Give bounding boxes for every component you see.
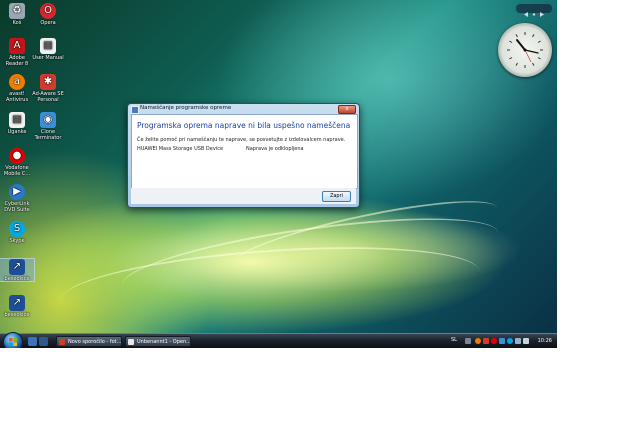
- skype-tray-icon[interactable]: [507, 338, 513, 344]
- device-name: HUAWEI Mass Storage USB Device: [137, 146, 224, 152]
- chevron-left-icon[interactable]: [465, 338, 471, 344]
- opera-icon: O: [40, 3, 56, 19]
- avast-icon: a: [9, 74, 25, 90]
- install-error-dialog: Nameščanje programske opreme x Programsk…: [127, 103, 360, 208]
- device-install-icon: [131, 106, 139, 114]
- vodafone-icon: ●: [9, 148, 25, 164]
- cyberlink-icon: ▶: [9, 184, 25, 200]
- dialog-message: Če želite pomoč pri nameščanju te naprav…: [137, 137, 346, 143]
- document-icon: [128, 339, 134, 345]
- vodafone-tray-icon[interactable]: [491, 338, 497, 344]
- document-icon: ▤: [40, 38, 56, 54]
- start-button[interactable]: [3, 332, 23, 348]
- tray-clock[interactable]: 10:26: [538, 338, 552, 344]
- window-close-button[interactable]: x: [338, 105, 356, 114]
- avast-tray-icon[interactable]: [475, 338, 481, 344]
- ad-aware-icon: ✱: [40, 74, 56, 90]
- desktop-icon-uganke[interactable]: ▤ Uganke: [0, 112, 34, 135]
- ad-aware-tray-icon[interactable]: [483, 338, 489, 344]
- adobe-reader-icon: A: [9, 38, 25, 54]
- desktop-icon-user-manual[interactable]: ▤ User Manual: [31, 38, 65, 61]
- device-status: Naprava je odklopljena: [246, 146, 304, 152]
- show-desktop-icon[interactable]: [28, 337, 37, 346]
- volume-icon[interactable]: [523, 338, 529, 344]
- usb-device-icon[interactable]: [499, 338, 505, 344]
- desktop-icon-besedisce[interactable]: ↗ besedišče: [0, 295, 34, 318]
- desktop-icon-besedisce-selected[interactable]: ↗ besedišče: [0, 258, 35, 282]
- windows-logo-icon: [9, 338, 17, 346]
- recycle-bin-icon: ♻: [9, 3, 25, 19]
- clone-terminator-icon: ◉: [40, 112, 56, 128]
- clock-face-icon: [507, 32, 543, 68]
- system-tray: SL 10:26: [448, 335, 557, 348]
- desktop-icon-clone-terminator[interactable]: ◉ Clone Terminator: [31, 112, 65, 141]
- desktop-icon-skype[interactable]: S Skype: [0, 221, 34, 244]
- desktop-icon-cyberlink[interactable]: ▶ CyberLink DVD Suite: [0, 184, 34, 213]
- taskbar-button-mail[interactable]: Novo sporočilo - fot...: [56, 336, 122, 347]
- clock-gadget[interactable]: [498, 23, 552, 77]
- language-indicator[interactable]: SL: [451, 337, 457, 343]
- mail-icon: [59, 339, 65, 345]
- desktop-icon-opera[interactable]: O Opera: [31, 3, 65, 26]
- close-button[interactable]: Zapri: [322, 191, 351, 202]
- dialog-footer: Zapri: [131, 188, 356, 204]
- sidebar-arrows-icon: [524, 12, 544, 17]
- taskbar: Novo sporočilo - fot... Unbenannt1 - Ope…: [0, 332, 557, 348]
- shortcut-icon: ↗: [9, 259, 25, 275]
- dialog-heading: Programska oprema naprave ni bila uspešn…: [137, 121, 351, 130]
- desktop-icon-ad-aware[interactable]: ✱ Ad-Aware SE Personal: [31, 74, 65, 103]
- shortcut-icon: ↗: [9, 295, 25, 311]
- desktop-icon-adobe-reader[interactable]: A Adobe Reader 8: [0, 38, 34, 67]
- sidebar-controls[interactable]: [516, 4, 552, 17]
- switch-windows-icon[interactable]: [39, 337, 48, 346]
- desktop: ♻ Koš O Opera A Adobe Reader 8 ▤ User Ma…: [0, 0, 557, 348]
- document-icon: ▤: [9, 112, 25, 128]
- taskbar-button-openoffice[interactable]: Unbenannt1 - Open...: [125, 336, 191, 347]
- desktop-icon-avast[interactable]: a avast! Antivirus: [0, 74, 34, 103]
- skype-icon: S: [9, 221, 25, 237]
- dialog-title: Nameščanje programske opreme: [140, 105, 232, 111]
- desktop-icon-recycle-bin[interactable]: ♻ Koš: [0, 3, 34, 26]
- dialog-body: Programska oprema naprave ni bila uspešn…: [131, 114, 358, 189]
- close-icon: x: [345, 106, 349, 112]
- network-icon[interactable]: [515, 338, 521, 344]
- desktop-icon-vodafone[interactable]: ● Vodafone Mobile C...: [0, 148, 34, 177]
